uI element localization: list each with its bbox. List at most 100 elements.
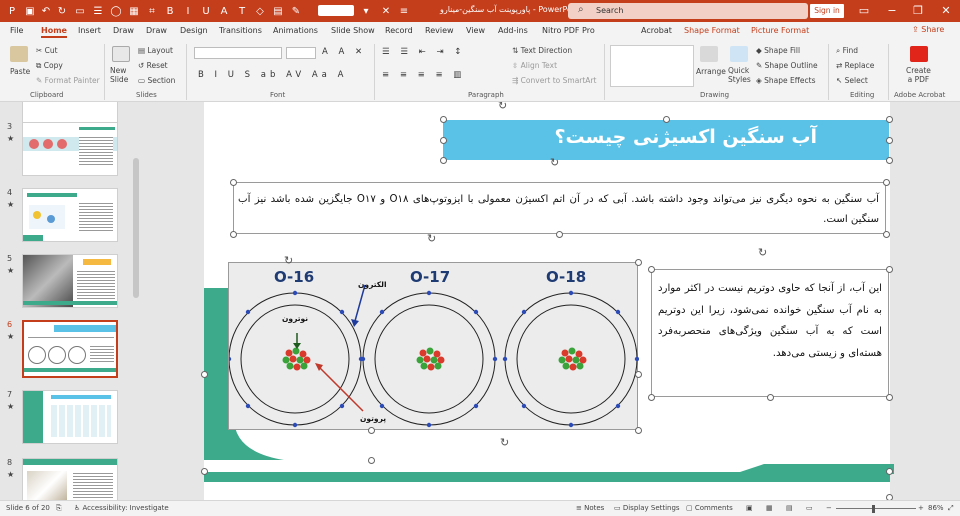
font-name-field[interactable]: [194, 47, 282, 59]
tab-design[interactable]: Design: [180, 26, 208, 35]
resize-handle[interactable]: [368, 457, 375, 464]
resize-handle[interactable]: [886, 137, 893, 144]
save-icon[interactable]: ▣: [22, 3, 38, 19]
undo-icon[interactable]: ↶: [38, 3, 54, 19]
slide-thumbnail-8[interactable]: [22, 458, 118, 500]
clear-format-icon[interactable]: ✕: [378, 3, 394, 19]
slide-thumbnail-5[interactable]: [22, 254, 118, 308]
text-direction-button[interactable]: ⇅ Text Direction: [512, 46, 572, 55]
rotate-handle-icon[interactable]: ↻: [758, 246, 767, 259]
tab-animations[interactable]: Animations: [273, 26, 318, 35]
slide-layout-icon[interactable]: ☰: [90, 3, 106, 19]
slide-thumbnail-6[interactable]: [22, 320, 118, 378]
resize-handle[interactable]: [883, 179, 890, 186]
resize-handle[interactable]: [440, 116, 447, 123]
close-icon[interactable]: ✕: [938, 3, 954, 19]
create-pdf-label[interactable]: Create a PDF: [906, 66, 931, 84]
thumbnails-scrollbar[interactable]: [132, 102, 140, 500]
tab-record[interactable]: Record: [385, 26, 413, 35]
font-color-icon[interactable]: A: [216, 3, 232, 19]
dropdown-icon[interactable]: ▾: [358, 3, 374, 19]
layout-button[interactable]: ▤ Layout: [138, 46, 173, 55]
resize-handle[interactable]: [767, 394, 774, 401]
spellcheck-icon[interactable]: ⎘: [56, 504, 62, 513]
tab-home[interactable]: Home: [41, 26, 67, 38]
shape-fill-button[interactable]: ◆ Shape Fill: [756, 46, 800, 55]
shape-effects-button[interactable]: ◈ Shape Effects: [756, 76, 816, 85]
accessibility-button[interactable]: ♿ Accessibility: Investigate: [74, 504, 169, 512]
normal-view-icon[interactable]: ▣: [746, 504, 753, 512]
quick-styles-icon[interactable]: [730, 46, 748, 62]
brush-icon[interactable]: ✎: [288, 3, 304, 19]
select-button[interactable]: ↖ Select: [836, 76, 868, 85]
resize-handle[interactable]: [201, 468, 208, 475]
format-painter-button[interactable]: ✎ Format Painter: [36, 76, 100, 85]
italic-icon[interactable]: I: [180, 3, 196, 19]
font-size-buttons[interactable]: A A ✕: [322, 47, 366, 57]
slide-canvas[interactable]: آب سنگین اکسیژنی چیست؟ ↻ ↻ آب سنگین به ن…: [201, 102, 894, 500]
tab-insert[interactable]: Insert: [78, 26, 101, 35]
notes-button[interactable]: ≡ Notes: [576, 504, 604, 512]
font-size-box[interactable]: [318, 5, 354, 16]
zoom-level[interactable]: 86%: [928, 504, 944, 512]
tab-add-ins[interactable]: Add-ins: [498, 26, 528, 35]
resize-handle[interactable]: [635, 259, 642, 266]
replace-button[interactable]: ⇄ Replace: [836, 61, 874, 70]
slideshow-view-icon[interactable]: ▭: [806, 504, 813, 512]
slide-thumbnail-7[interactable]: [22, 390, 118, 444]
ribbon-display-icon[interactable]: ▭: [856, 3, 872, 19]
format-icon[interactable]: ⌗: [144, 3, 160, 19]
create-pdf-icon[interactable]: [910, 46, 928, 62]
arrange-label[interactable]: Arrange: [696, 67, 726, 76]
resize-handle[interactable]: [556, 231, 563, 238]
zoom-slider[interactable]: [836, 508, 916, 509]
tab-slide-show[interactable]: Slide Show: [331, 26, 375, 35]
atoms-picture[interactable]: [228, 262, 639, 430]
tab-review[interactable]: Review: [425, 26, 454, 35]
shape-outline-button[interactable]: ✎ Shape Outline: [756, 61, 818, 70]
bold-icon[interactable]: B: [162, 3, 178, 19]
resize-handle[interactable]: [663, 116, 670, 123]
underline-icon[interactable]: U: [198, 3, 214, 19]
tab-draw-2[interactable]: Draw: [146, 26, 167, 35]
resize-handle[interactable]: [886, 157, 893, 164]
customize-icon[interactable]: ≡: [396, 3, 412, 19]
section-button[interactable]: ▭ Section: [138, 76, 175, 85]
rotate-handle-icon[interactable]: ↻: [500, 436, 509, 449]
resize-handle[interactable]: [886, 394, 893, 401]
align-text-button[interactable]: ⇳ Align Text: [512, 61, 557, 70]
rotate-handle-icon[interactable]: ↻: [284, 254, 293, 267]
search-box[interactable]: ⌕ Search: [568, 3, 808, 19]
reset-button[interactable]: ↺ Reset: [138, 61, 168, 70]
reading-view-icon[interactable]: ▤: [786, 504, 793, 512]
tab-transitions[interactable]: Transitions: [219, 26, 262, 35]
resize-handle[interactable]: [648, 394, 655, 401]
rotate-handle-icon[interactable]: ↻: [498, 102, 507, 112]
share-button[interactable]: ⇪ Share: [912, 25, 944, 34]
resize-handle[interactable]: [886, 116, 893, 123]
resize-handle[interactable]: [648, 266, 655, 273]
tab-file[interactable]: File: [10, 26, 23, 35]
resize-handle[interactable]: [230, 231, 237, 238]
shapes-gallery[interactable]: [610, 45, 694, 87]
resize-handle[interactable]: [886, 468, 893, 475]
resize-handle[interactable]: [368, 427, 375, 434]
align-buttons[interactable]: ≡ ≡ ≡ ≡ ▥: [382, 70, 465, 80]
copy-button[interactable]: ⧉ Copy: [36, 61, 63, 71]
tab-acrobat[interactable]: Acrobat: [641, 26, 672, 35]
redo-icon[interactable]: ↻: [54, 3, 70, 19]
zoom-slider-thumb[interactable]: [872, 505, 875, 513]
arrange-icon[interactable]: [700, 46, 718, 62]
rotate-handle-icon[interactable]: ↻: [427, 232, 436, 245]
picture-icon[interactable]: ▦: [126, 3, 142, 19]
cut-button[interactable]: ✂ Cut: [36, 46, 58, 55]
font-size-field[interactable]: [286, 47, 316, 59]
paste-label[interactable]: Paste: [10, 67, 30, 76]
text-box-paragraph-1[interactable]: آب سنگین به نحوه دیگری نیز می‌تواند وجود…: [233, 182, 886, 234]
quick-styles-label[interactable]: Quick Styles: [728, 66, 751, 84]
slide-thumbnail-3[interactable]: [22, 122, 118, 176]
zoom-in-icon[interactable]: +: [918, 504, 924, 512]
comments-button[interactable]: ▢ Comments: [686, 504, 733, 512]
text-box-paragraph-2[interactable]: این آب، از آنجا که حاوی دوتریم نیست در ا…: [651, 269, 889, 397]
convert-smartart-button[interactable]: ⇶ Convert to SmartArt: [512, 76, 596, 85]
